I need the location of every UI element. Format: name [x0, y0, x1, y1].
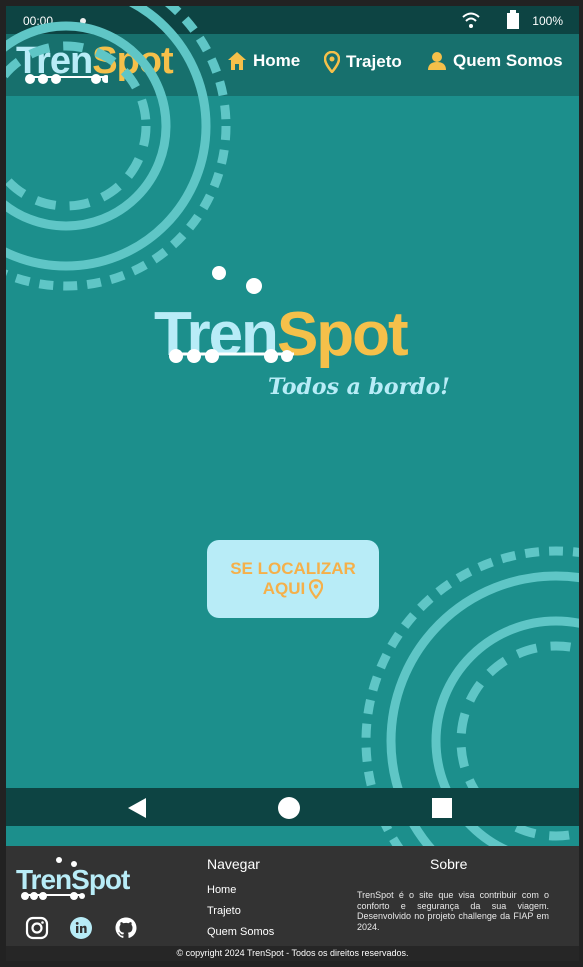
hero-tagline: Todos a bordo! [268, 374, 450, 400]
cta-line2-row: AQUI [263, 579, 324, 599]
nav-quem-somos[interactable]: Quem Somos [427, 51, 563, 71]
battery-percentage: 100% [532, 14, 563, 28]
locate-me-button[interactable]: SE LOCALIZAR AQUI [207, 540, 379, 618]
app-screen: 00:00 100% TrenSpot Home Trajeto Quem So… [6, 6, 579, 961]
footer-link-trajeto[interactable]: Trajeto [207, 905, 241, 917]
footer-link-quem-somos[interactable]: Quem Somos [207, 926, 274, 938]
back-icon[interactable] [126, 797, 148, 819]
footer-navegar-title: Navegar [207, 856, 260, 872]
nav-trajeto[interactable]: Trajeto [324, 51, 402, 73]
footer-sobre-text: TrenSpot é o site que visa contribuir co… [357, 890, 549, 932]
instagram-icon[interactable] [25, 916, 49, 940]
site-footer: TrenSpot Navegar Home Trajeto Quem Somos [6, 846, 579, 946]
footer-sobre-title: Sobre [430, 856, 468, 872]
steam-puffs-icon [212, 266, 262, 294]
footer-link-home[interactable]: Home [207, 884, 236, 896]
footer-logo[interactable]: TrenSpot [16, 854, 146, 900]
location-pin-icon [324, 51, 340, 73]
github-icon[interactable] [114, 916, 138, 940]
location-pin-icon [309, 579, 324, 599]
person-icon [428, 52, 446, 70]
home-circle-icon[interactable] [277, 796, 301, 820]
nav-trajeto-label: Trajeto [346, 52, 402, 71]
copyright-bar: © copyright 2024 TrenSpot - Todos os dir… [6, 946, 579, 961]
battery-icon [507, 10, 519, 29]
linkedin-icon[interactable] [69, 916, 93, 940]
hero-logo-spot: Spot [276, 300, 409, 369]
nav-home-label: Home [253, 51, 301, 70]
hero-logo: TrenSpot [154, 261, 424, 391]
hero-section: TrenSpot Todos a bordo! [6, 6, 579, 936]
cta-line2: AQUI [262, 579, 306, 598]
train-wheels-icon [169, 349, 294, 363]
wifi-icon [462, 12, 480, 28]
cta-line1: SE LOCALIZAR [230, 559, 356, 578]
nav-quem-somos-label: Quem Somos [453, 51, 563, 70]
recents-square-icon[interactable] [432, 798, 452, 818]
system-navigation-bar [6, 788, 579, 826]
train-wheels-icon [21, 892, 85, 900]
